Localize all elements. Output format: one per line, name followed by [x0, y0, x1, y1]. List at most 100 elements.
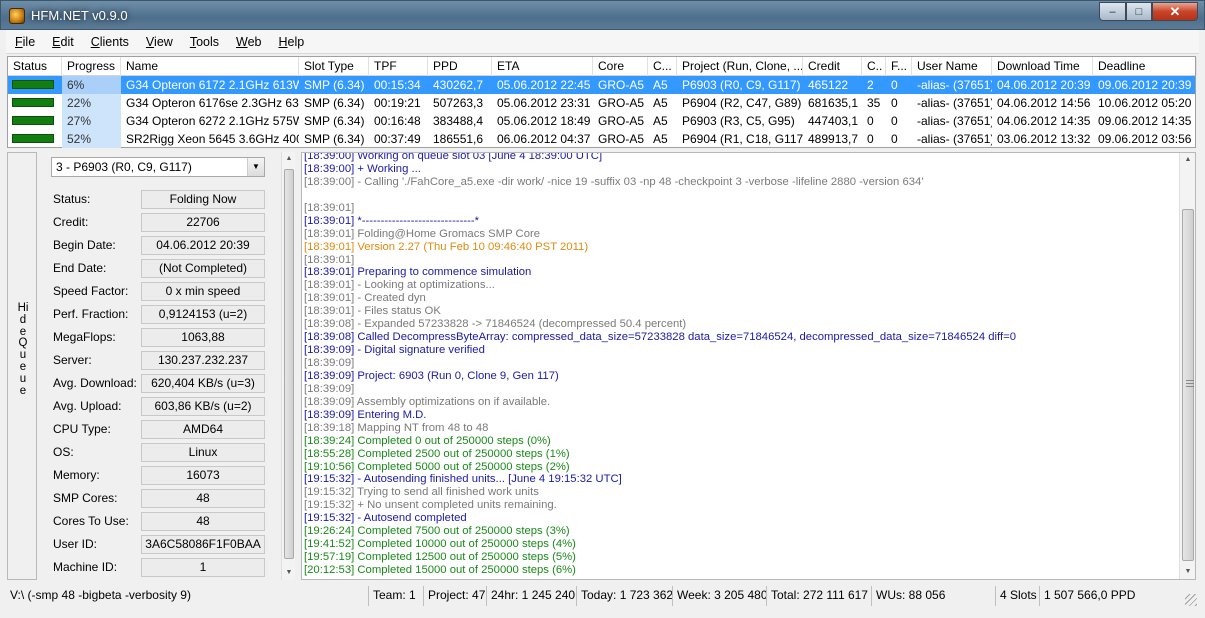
deadline-cell: 09.06.2012 20:39: [1098, 78, 1192, 92]
log-line: [18:39:01] - Looking at optimizations...: [304, 279, 495, 292]
close-button[interactable]: ✕: [1152, 2, 1198, 21]
column-header-core-id[interactable]: C...: [648, 57, 677, 76]
status-project: Project: 47: [423, 586, 486, 606]
table-row[interactable]: 6% G34 Opteron 6172 2.1GHz 613Watt SMP (…: [8, 76, 1195, 94]
column-header-download-time[interactable]: Download Time: [992, 57, 1093, 76]
log-line: [19:15:32] + No unsent completed units r…: [304, 499, 557, 512]
column-header-tpf[interactable]: TPF: [369, 57, 428, 76]
download-time-cell: 03.06.2012 13:32: [997, 132, 1091, 146]
credit-cell: 681635,1: [808, 96, 859, 110]
progress-cell: 22%: [62, 94, 121, 112]
queue-field-label: Perf. Fraction:: [53, 307, 129, 321]
log-line: [18:55:28] Completed 2500 out of 250000 …: [304, 447, 570, 460]
queue-field-label: Credit:: [53, 215, 89, 229]
log-panel[interactable]: [18:39:00] Working on queue slot 03 [Jun…: [301, 152, 1196, 580]
menu-bar: File Edit Clients View Tools Web Help: [6, 30, 1199, 54]
table-row[interactable]: 22% G34 Opteron 6176se 2.3GHz 635 ... SM…: [8, 94, 1195, 112]
credit-cell: 465122: [808, 78, 849, 92]
queue-field-value: (Not Completed): [141, 259, 265, 278]
scroll-up-icon[interactable]: ▲: [282, 152, 296, 166]
menu-clients[interactable]: Clients: [91, 35, 129, 49]
slot-type-cell: SMP (6.34): [304, 132, 365, 146]
menu-help[interactable]: Help: [278, 35, 304, 49]
queue-field-label: Avg. Upload:: [53, 399, 122, 413]
log-line: [18:39:00] - Calling './FahCore_a5.exe -…: [304, 175, 924, 188]
completed-cell: 2: [867, 78, 874, 92]
scroll-down-icon[interactable]: ▼: [282, 566, 296, 580]
credit-cell: 447403,1: [808, 114, 859, 128]
column-header-project[interactable]: Project (Run, Clone, ...: [677, 57, 803, 76]
queue-field-label: SMP Cores:: [53, 491, 118, 505]
column-header-eta[interactable]: ETA: [492, 57, 593, 76]
scroll-down-icon[interactable]: ▼: [1180, 565, 1195, 579]
queue-field-value: 603,86 KB/s (u=2): [141, 397, 265, 416]
hide-queue-button[interactable]: Hide Queue: [7, 152, 37, 580]
queue-scroll-thumb[interactable]: [284, 169, 294, 559]
column-header-progress[interactable]: Progress: [62, 57, 121, 76]
column-header-user-name[interactable]: User Name: [912, 57, 992, 76]
queue-slot-select[interactable]: 3 - P6903 (R0, C9, G117) ▼: [51, 157, 265, 177]
menu-web[interactable]: Web: [236, 35, 261, 49]
column-header-name[interactable]: Name: [121, 57, 299, 76]
log-lines: [18:39:00] Working on queue slot 03 [Jun…: [304, 153, 1174, 577]
column-header-completed[interactable]: C..: [862, 57, 886, 76]
column-header-deadline[interactable]: Deadline: [1093, 57, 1197, 76]
log-scrollbar[interactable]: ▲ ▼: [1179, 153, 1195, 579]
status-today: Today: 1 723 362: [576, 586, 673, 606]
menu-view[interactable]: View: [146, 35, 173, 49]
column-header-failed[interactable]: F...: [886, 57, 912, 76]
queue-field-value: AMD64: [141, 420, 265, 439]
queue-field-value: 48: [141, 489, 265, 508]
queue-slot-selected: 3 - P6903 (R0, C9, G117): [56, 160, 192, 174]
user-name-cell: -alias- (37651): [917, 78, 992, 92]
progress-cell: 6%: [62, 76, 121, 94]
minimize-button[interactable]: –: [1099, 2, 1126, 21]
log-scroll-thumb[interactable]: [1182, 209, 1194, 561]
resize-grip-icon[interactable]: [1185, 594, 1197, 606]
chevron-down-icon[interactable]: ▼: [247, 158, 264, 176]
tpf-cell: 00:19:21: [374, 96, 421, 110]
column-header-status[interactable]: Status: [8, 57, 62, 76]
queue-field-value: Linux: [141, 443, 265, 462]
menu-file[interactable]: File: [15, 35, 35, 49]
log-line: [20:12:53] Completed 15000 out of 250000…: [304, 564, 576, 576]
status-bar: V:\ (-smp 48 -bigbeta -verbosity 9) Team…: [6, 584, 1199, 608]
queue-scrollbar[interactable]: ▲ ▼: [281, 152, 295, 580]
queue-field-value: 48: [141, 512, 265, 531]
column-header-slot-type[interactable]: Slot Type: [299, 57, 369, 76]
user-name-cell: -alias- (37651): [917, 132, 992, 146]
queue-panel: 3 - P6903 (R0, C9, G117) ▼ Status: Foldin…: [41, 152, 297, 580]
column-header-credit[interactable]: Credit: [803, 57, 862, 76]
menu-tools[interactable]: Tools: [190, 35, 219, 49]
log-line: [18:39:08] - Expanded 57233828 -> 718465…: [304, 318, 687, 331]
table-row[interactable]: 27% G34 Opteron 6272 2.1GHz 575Watt SMP …: [8, 112, 1195, 130]
log-line: [18:39:01]: [304, 253, 355, 266]
core-id-cell: A5: [653, 114, 668, 128]
window-title: HFM.NET v0.9.0: [31, 8, 128, 23]
log-line: [19:15:32] Trying to send all finished w…: [304, 486, 539, 499]
column-header-core[interactable]: Core: [593, 57, 648, 76]
lower-panes: Hide Queue 3 - P6903 (R0, C9, G117) ▼ St…: [7, 152, 1196, 580]
column-header-ppd[interactable]: PPD: [428, 57, 492, 76]
queue-field-label: Speed Factor:: [53, 284, 129, 298]
log-line: [18:39:01] Folding@Home Gromacs SMP Core: [304, 227, 541, 240]
queue-field-value: 130.237.232.237: [141, 351, 265, 370]
maximize-button[interactable]: □: [1126, 2, 1152, 21]
table-row[interactable]: 52% SR2Rigg Xeon 5645 3.6GHz 400... SMP …: [8, 130, 1195, 148]
ppd-cell: 186551,6: [433, 132, 484, 146]
queue-field-value: 0,9124153 (u=2): [141, 305, 265, 324]
log-line: [19:15:32] - Autosend completed: [304, 512, 467, 525]
log-line: [18:39:09] - Digital signature verified: [304, 344, 485, 357]
core-cell: GRO-A5: [598, 78, 645, 92]
status-cell: [8, 112, 62, 130]
failed-cell: 0: [891, 96, 898, 110]
ppd-cell: 430262,7: [433, 78, 484, 92]
queue-field-value: 1063,88: [141, 328, 265, 347]
deadline-cell: 10.06.2012 05:20: [1098, 96, 1192, 110]
scroll-up-icon[interactable]: ▲: [1180, 153, 1195, 167]
queue-field-value: 16073: [141, 466, 265, 485]
log-line: [18:39:24] Completed 0 out of 250000 ste…: [304, 434, 551, 447]
eta-cell: 05.06.2012 23:31: [497, 96, 591, 110]
window-controls: – □ ✕: [1099, 2, 1198, 21]
menu-edit[interactable]: Edit: [52, 35, 74, 49]
